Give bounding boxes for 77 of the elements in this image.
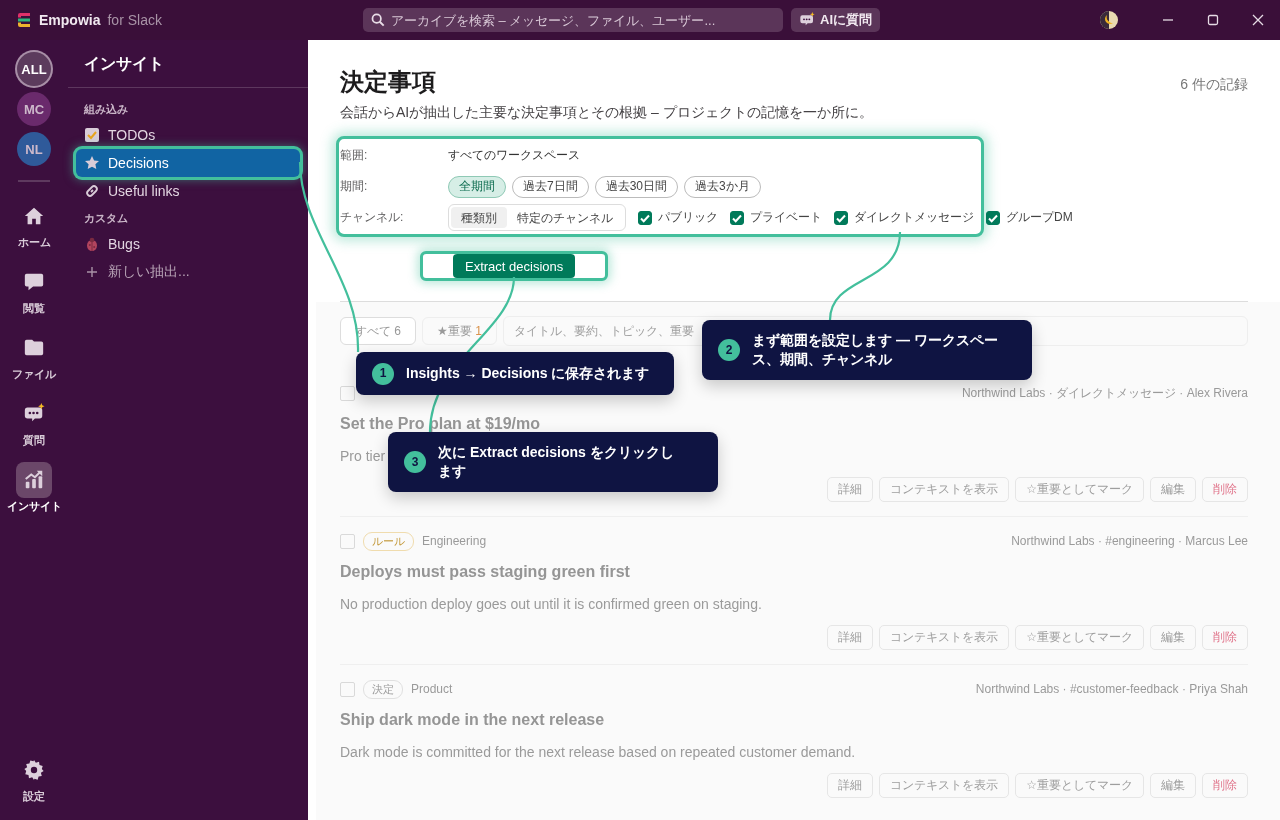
record-summary: No production deploy goes out until it is confirmed green on staging. [340, 596, 762, 612]
step-number: 2 [718, 339, 740, 361]
settings-icon [23, 759, 45, 781]
ask-ai-button[interactable]: AIに質問 [791, 8, 880, 32]
checkbox[interactable] [986, 210, 1000, 225]
nav-label[interactable]: インサイト [6, 499, 62, 514]
callout-text: Insights → Decisions に保存されます [406, 364, 650, 383]
search-icon [371, 13, 385, 27]
sidebar-item[interactable]: Useful links [76, 177, 300, 205]
nav-label[interactable]: 設定 [23, 789, 45, 804]
checkbox-label: グループDM [1006, 209, 1073, 226]
link-icon [84, 183, 100, 199]
tag: 決定 [363, 679, 403, 699]
sidebar-item[interactable]: TODOs [76, 121, 300, 149]
delete-button[interactable]: 削除 [1202, 773, 1248, 798]
sidebar-item[interactable]: Decisions [76, 149, 300, 177]
close-icon [1251, 14, 1264, 26]
record-meta: Northwind Labs · ダイレクトメッセージ · Alex Rivera [961, 384, 1248, 402]
mode-option[interactable]: 特定のチャンネル [507, 207, 623, 228]
sidebar-item[interactable]: 新しい抽出... [76, 258, 300, 286]
filter-label: 範囲: [340, 147, 369, 164]
record-title: Deploys must pass staging green first [340, 563, 631, 581]
checkbox[interactable] [730, 210, 744, 225]
home-icon [23, 205, 45, 227]
filter-label: 期間: [340, 178, 369, 195]
star-icon [84, 155, 100, 171]
workspace-avatar[interactable]: ALL [17, 52, 51, 86]
extract-button[interactable]: Extract decisions [453, 254, 576, 278]
mode-option[interactable]: 種類別 [451, 207, 507, 228]
sidebar-item[interactable]: Bugs [76, 230, 300, 258]
period-chip[interactable]: 過去30日間 [594, 175, 679, 198]
ladybug-icon [84, 236, 100, 252]
maximize-icon [1206, 14, 1219, 26]
app-logo-icon [16, 12, 32, 28]
page-subtitle: 会話からAIが抽出した主要な決定事項とその根拠 – プロジェクトの記憶を一か所に。 [340, 104, 873, 122]
scope-value[interactable]: すべてのワークスペース [448, 147, 580, 164]
checkbox-label: パブリック [658, 209, 718, 226]
nav-label[interactable]: 質問 [23, 433, 45, 448]
step-number: 1 [372, 362, 394, 385]
app-suffix: for Slack [107, 12, 162, 28]
filter-label: チャンネル: [340, 209, 405, 226]
category-label: Engineering [422, 534, 487, 548]
page-title: 決定事項 [340, 67, 437, 97]
callout-text: まず範囲を設定します — ワークスペース、期間、チャンネル [752, 331, 999, 369]
delete-button[interactable]: 削除 [1202, 477, 1248, 502]
step-number: 3 [404, 451, 426, 473]
theme-toggle-icon [1099, 10, 1119, 30]
app-name: Empowia [39, 12, 101, 28]
period-chip[interactable]: 過去3か月 [684, 175, 761, 198]
checkbox-label: プライベート [750, 209, 822, 226]
category-label: Product [411, 682, 453, 696]
workspace-avatar[interactable]: NL [17, 132, 51, 166]
tag: ルール [363, 531, 414, 551]
nav-label[interactable]: ホーム [17, 235, 51, 250]
record-summary: Dark mode is committed for the next release based on repeated customer demand. [340, 744, 856, 760]
record-meta: Northwind Labs · #engineering · Marcus Lee [1011, 534, 1248, 548]
period-chip[interactable]: 過去7日間 [512, 175, 589, 198]
chart-icon [23, 469, 45, 491]
record-title: Ship dark mode in the next release [340, 711, 606, 729]
nav-label[interactable]: ファイル [12, 367, 56, 382]
section-heading: 組み込み [82, 102, 129, 117]
record-meta: Northwind Labs · #customer-feedback · Priya Shah [975, 682, 1248, 696]
record-count: 6 件の記録 [1180, 76, 1248, 94]
checkbox[interactable] [834, 210, 848, 225]
callout-text: 次に Extract decisions をクリックします [438, 443, 675, 481]
workspace-avatar[interactable]: MC [17, 92, 51, 126]
plus-icon [84, 264, 100, 280]
checkbox[interactable] [638, 210, 652, 225]
delete-button[interactable]: 削除 [1202, 625, 1248, 650]
nav-label[interactable]: 閲覧 [23, 301, 45, 316]
checkbox-label: ダイレクトメッセージ [854, 209, 974, 226]
nav-tile[interactable] [16, 462, 52, 498]
checkbox-icon [84, 127, 100, 143]
record-summary: Pro tier [340, 448, 386, 464]
section-heading: カスタム [83, 211, 129, 226]
period-chip[interactable]: 全期間 [448, 175, 506, 198]
search-field[interactable]: アーカイブを検索 – メッセージ、ファイル、ユーザー... [363, 8, 783, 32]
